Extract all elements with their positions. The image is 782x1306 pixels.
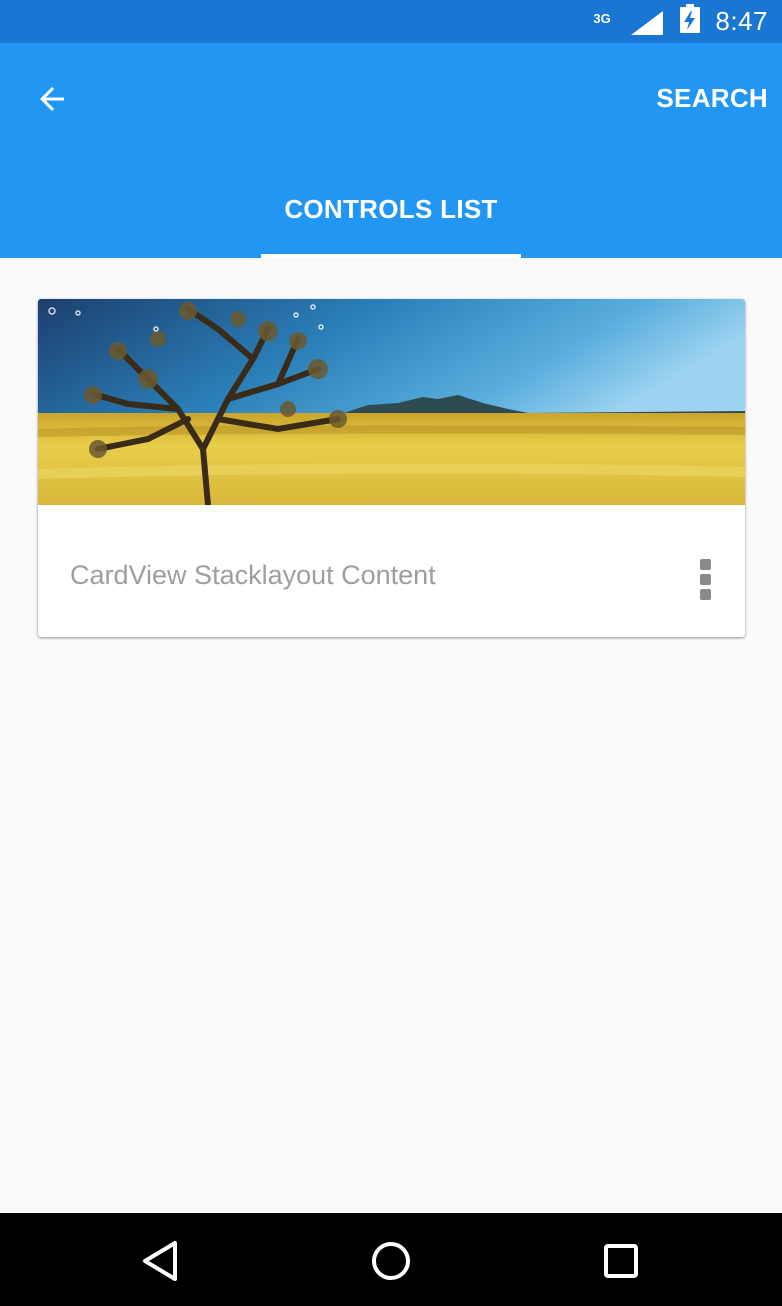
- network-type-label: 3G: [593, 10, 611, 26]
- landscape-image: [38, 299, 745, 505]
- tab-indicator: [261, 254, 521, 258]
- more-vert-icon-dot: [700, 574, 711, 585]
- nav-home-button[interactable]: [363, 1233, 419, 1289]
- battery-charging-icon: [679, 4, 701, 39]
- status-icons: 3G 8:47: [593, 0, 768, 43]
- tab-label: CONTROLS LIST: [284, 194, 498, 224]
- more-vert-button[interactable]: [688, 551, 724, 607]
- status-bar: 3G 8:47: [0, 0, 782, 43]
- status-clock: 8:47: [715, 6, 768, 36]
- card-view[interactable]: CardView Stacklayout Content: [38, 299, 745, 637]
- back-arrow-icon: [40, 87, 64, 111]
- nav-back-button[interactable]: [133, 1233, 189, 1289]
- app-bar: SEARCH CONTROLS LIST: [0, 43, 782, 258]
- more-vert-icon: [700, 559, 711, 570]
- back-button[interactable]: [26, 73, 78, 125]
- nav-recents-button[interactable]: [593, 1233, 649, 1289]
- home-circle-icon: [372, 1242, 410, 1280]
- system-nav-bar: [0, 1213, 782, 1306]
- back-triangle-icon: [143, 1241, 177, 1281]
- card-content-text: CardView Stacklayout Content: [70, 560, 436, 590]
- more-vert-icon-dot: [700, 589, 711, 600]
- search-button[interactable]: SEARCH: [656, 83, 768, 114]
- screen: 3G 8:47 SEARCH CONTROLS LIST CardView St…: [0, 0, 782, 1306]
- recents-square-icon: [604, 1244, 638, 1278]
- signal-icon: 3G: [593, 8, 665, 36]
- tab-controls-list[interactable]: CONTROLS LIST: [261, 168, 521, 258]
